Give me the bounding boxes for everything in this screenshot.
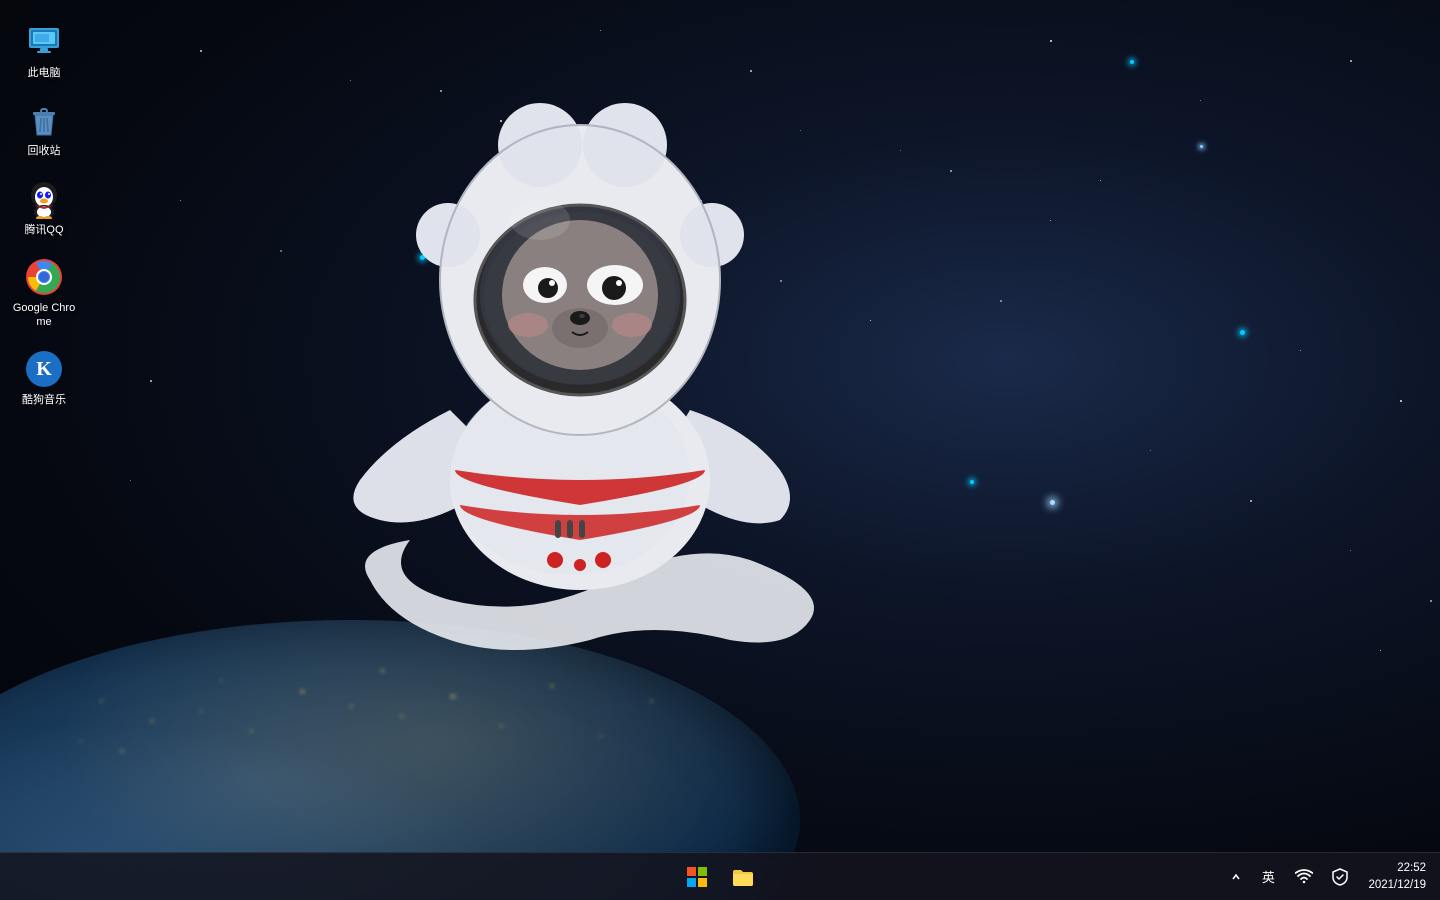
system-clock[interactable]: 22:52 2021/12/19 xyxy=(1362,858,1432,894)
desktop-icons-container: 此电脑 回收站 xyxy=(0,0,88,430)
qq-label: 腾讯QQ xyxy=(24,223,63,237)
desktop-icon-tencent-qq[interactable]: 腾讯QQ xyxy=(8,173,80,243)
security-icon[interactable] xyxy=(1326,863,1354,891)
kugou-label: 酷狗音乐 xyxy=(22,393,66,407)
my-computer-label: 此电脑 xyxy=(28,66,61,80)
character-astronaut-bear xyxy=(330,60,830,660)
clock-time: 22:52 xyxy=(1397,860,1426,876)
network-icon[interactable] xyxy=(1290,863,1318,891)
desktop-icon-recycle-bin[interactable]: 回收站 xyxy=(8,94,80,164)
taskbar-center xyxy=(676,856,764,898)
file-explorer-button[interactable] xyxy=(722,856,764,898)
desktop: 此电脑 回收站 xyxy=(0,0,1440,900)
recycle-bin-icon xyxy=(24,100,64,140)
language-indicator[interactable]: 英 xyxy=(1254,863,1282,891)
my-computer-icon xyxy=(24,22,64,62)
taskbar-right: 英 22:52 2021/12/ xyxy=(1226,858,1432,894)
desktop-icon-google-chrome[interactable]: Google Chrome xyxy=(8,251,80,336)
desktop-icon-kugou-music[interactable]: K 酷狗音乐 xyxy=(8,343,80,413)
tray-expand-button[interactable] xyxy=(1226,863,1246,891)
chrome-icon xyxy=(24,257,64,297)
qq-icon xyxy=(24,179,64,219)
recycle-bin-label: 回收站 xyxy=(28,144,61,158)
kugou-icon: K xyxy=(24,349,64,389)
taskbar: 英 22:52 2021/12/ xyxy=(0,852,1440,900)
start-button[interactable] xyxy=(676,856,718,898)
svg-text:K: K xyxy=(36,358,52,380)
chrome-label: Google Chrome xyxy=(12,301,76,330)
desktop-icon-my-computer[interactable]: 此电脑 xyxy=(8,16,80,86)
clock-date: 2021/12/19 xyxy=(1368,877,1426,893)
